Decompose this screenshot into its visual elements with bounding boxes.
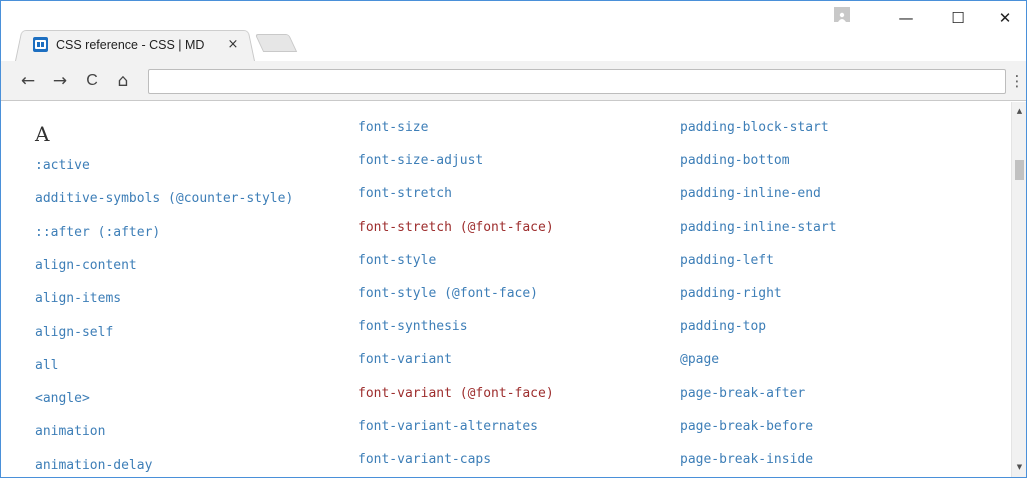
reference-link[interactable]: align-items bbox=[35, 291, 121, 306]
scrollbar-thumb[interactable] bbox=[1015, 160, 1024, 180]
tab-strip: CSS reference - CSS | MD × — ☐ ✕ bbox=[1, 1, 1026, 61]
reference-link[interactable]: animation bbox=[35, 424, 105, 439]
reference-link[interactable]: font-variant (@font-face) bbox=[358, 386, 554, 401]
reload-icon[interactable]: C bbox=[81, 69, 103, 93]
page-content: A :active additive-symbols (@counter-styl… bbox=[1, 102, 1011, 477]
reference-link[interactable]: padding-right bbox=[680, 286, 782, 301]
reference-link[interactable]: ::after (:after) bbox=[35, 225, 160, 240]
reference-link[interactable]: page-break-inside bbox=[680, 452, 813, 467]
browser-toolbar: ← → C ⌂ ⋮ bbox=[1, 61, 1026, 101]
forward-arrow-icon[interactable]: → bbox=[49, 69, 71, 93]
tab-title: CSS reference - CSS | MD bbox=[56, 37, 205, 52]
vertical-scrollbar[interactable]: ▲ ▼ bbox=[1011, 102, 1026, 477]
reference-link[interactable]: font-size-adjust bbox=[358, 153, 483, 168]
address-bar[interactable] bbox=[148, 69, 1006, 94]
close-window-button[interactable]: ✕ bbox=[982, 5, 1026, 31]
reference-link[interactable]: padding-inline-end bbox=[680, 186, 821, 201]
section-heading: A bbox=[35, 122, 50, 146]
reference-link[interactable]: font-variant-alternates bbox=[358, 419, 538, 434]
reference-link[interactable]: padding-top bbox=[680, 319, 766, 334]
maximize-button[interactable]: ☐ bbox=[935, 5, 981, 31]
browser-window: CSS reference - CSS | MD × — ☐ ✕ ← → C ⌂… bbox=[0, 0, 1027, 478]
reference-link[interactable]: align-self bbox=[35, 325, 113, 340]
back-arrow-icon[interactable]: ← bbox=[17, 69, 39, 93]
reference-link[interactable]: additive-symbols (@counter-style) bbox=[35, 191, 293, 206]
reference-link[interactable]: @page bbox=[680, 352, 719, 367]
reference-link[interactable]: :active bbox=[35, 158, 90, 173]
reference-link[interactable]: font-size bbox=[358, 120, 428, 135]
scroll-down-icon[interactable]: ▼ bbox=[1012, 460, 1026, 474]
reference-link[interactable]: animation-delay bbox=[35, 458, 152, 473]
reference-link[interactable]: font-stretch (@font-face) bbox=[358, 220, 554, 235]
home-icon[interactable]: ⌂ bbox=[112, 69, 134, 93]
minimize-button[interactable]: — bbox=[883, 5, 929, 31]
new-tab-button[interactable] bbox=[254, 34, 298, 52]
active-tab-content[interactable]: CSS reference - CSS | MD × bbox=[21, 28, 251, 61]
reference-link[interactable]: padding-block-start bbox=[680, 120, 829, 135]
reference-link[interactable]: font-style (@font-face) bbox=[358, 286, 538, 301]
reference-link[interactable]: font-style bbox=[358, 253, 436, 268]
menu-icon[interactable]: ⋮ bbox=[1008, 69, 1026, 93]
profile-icon[interactable] bbox=[834, 7, 850, 22]
reference-link[interactable]: padding-bottom bbox=[680, 153, 790, 168]
reference-link[interactable]: padding-inline-start bbox=[680, 220, 837, 235]
reference-link[interactable]: font-variant bbox=[358, 352, 452, 367]
reference-link[interactable]: font-variant-caps bbox=[358, 452, 491, 467]
reference-link[interactable]: font-synthesis bbox=[358, 319, 468, 334]
reference-link[interactable]: font-stretch bbox=[358, 186, 452, 201]
reference-link[interactable]: align-content bbox=[35, 258, 137, 273]
tab-close-icon[interactable]: × bbox=[225, 37, 241, 52]
scroll-up-icon[interactable]: ▲ bbox=[1012, 104, 1026, 118]
reference-link[interactable]: page-break-before bbox=[680, 419, 813, 434]
mdn-favicon-icon bbox=[33, 37, 48, 52]
reference-link[interactable]: <angle> bbox=[35, 391, 90, 406]
reference-link[interactable]: all bbox=[35, 358, 58, 373]
reference-link[interactable]: page-break-after bbox=[680, 386, 805, 401]
reference-link[interactable]: padding-left bbox=[680, 253, 774, 268]
